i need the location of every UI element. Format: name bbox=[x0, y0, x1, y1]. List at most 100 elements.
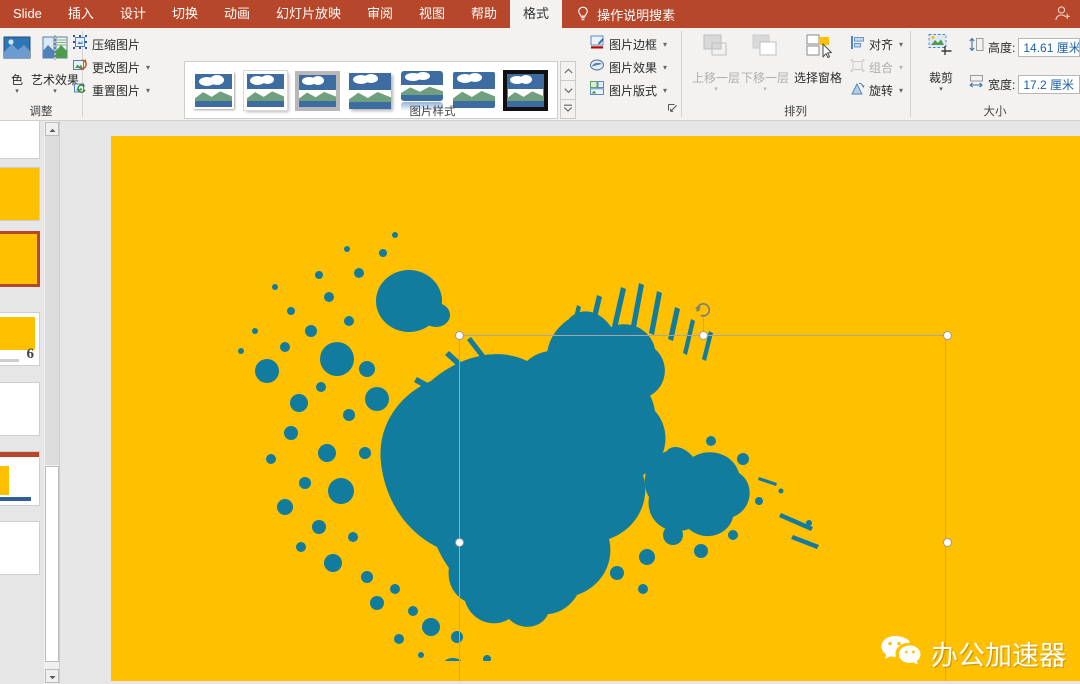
chevron-down-icon[interactable]: ▾ bbox=[763, 86, 767, 93]
tab-slideshow[interactable]: 幻灯片放映 bbox=[263, 0, 354, 28]
chevron-down-icon[interactable]: ▾ bbox=[663, 63, 667, 72]
width-input[interactable]: 17.2 厘米 bbox=[1018, 74, 1080, 94]
tab-review[interactable]: 审阅 bbox=[354, 0, 406, 28]
send-backward-icon bbox=[748, 32, 782, 67]
width-icon bbox=[968, 73, 985, 95]
slide-thumbnail-1[interactable] bbox=[0, 121, 40, 159]
crop-icon bbox=[924, 32, 958, 67]
chevron-down-icon[interactable]: ▾ bbox=[663, 86, 667, 95]
tell-me-label: 操作说明搜素 bbox=[597, 7, 676, 23]
thumbnail-scroll-down-button[interactable] bbox=[45, 669, 59, 683]
tab-slide[interactable]: Slide bbox=[0, 0, 55, 28]
crop-label: 裁剪 bbox=[928, 71, 953, 85]
chevron-down-icon[interactable]: ▾ bbox=[146, 86, 150, 95]
group-label-adjust: 调整 bbox=[29, 106, 53, 118]
slide-thumbnail-5[interactable] bbox=[0, 382, 40, 436]
powerpoint-window: Slide 插入 设计 切换 动画 幻灯片放映 审阅 视图 帮助 格式 操作说明… bbox=[0, 0, 1080, 684]
slide-thumbnail-6[interactable] bbox=[0, 451, 40, 506]
align-label: 对齐 bbox=[869, 38, 894, 52]
gallery-scroll-down-button[interactable] bbox=[560, 80, 576, 100]
send-backward-button[interactable]: 下移一层 ▾ bbox=[740, 32, 790, 93]
height-icon bbox=[968, 36, 985, 58]
picture-layout-icon bbox=[589, 80, 605, 101]
bring-forward-label: 上移一层 bbox=[691, 71, 740, 85]
thumbnail-scroll-thumb[interactable] bbox=[45, 466, 59, 662]
chevron-down-icon[interactable]: ▾ bbox=[939, 86, 943, 93]
change-picture-label: 更改图片 bbox=[92, 61, 141, 75]
slide-thumbnail-pane[interactable]: 6 bbox=[0, 121, 44, 684]
tab-design[interactable]: 设计 bbox=[107, 0, 159, 28]
tab-view[interactable]: 视图 bbox=[406, 0, 458, 28]
chevron-down-icon[interactable]: ▾ bbox=[146, 63, 150, 72]
align-button[interactable]: 对齐 ▾ bbox=[850, 34, 903, 55]
send-backward-label: 下移一层 bbox=[740, 71, 789, 85]
scroll-down-icon bbox=[563, 81, 573, 99]
picture-border-icon bbox=[589, 34, 605, 55]
rotate-icon bbox=[850, 81, 865, 101]
selection-pane-button[interactable]: 选择窗格 bbox=[790, 32, 846, 86]
ink-splatter-picture[interactable] bbox=[181, 191, 861, 661]
chevron-down-icon[interactable]: ▾ bbox=[899, 63, 903, 72]
thumbnail-scroll-track[interactable] bbox=[45, 136, 59, 465]
handle-top-right[interactable] bbox=[943, 331, 952, 340]
bring-forward-button[interactable]: 上移一层 ▾ bbox=[691, 32, 741, 93]
picture-layout-button[interactable]: 图片版式 ▾ bbox=[589, 80, 667, 101]
tab-help[interactable]: 帮助 bbox=[458, 0, 510, 28]
work-area: 6 办公加速器 bbox=[0, 121, 1080, 684]
group-label: 组合 bbox=[869, 61, 894, 75]
rotate-button[interactable]: 旋转 ▾ bbox=[850, 80, 903, 101]
share-person-icon[interactable] bbox=[1053, 4, 1073, 29]
chevron-down-icon[interactable]: ▾ bbox=[53, 88, 57, 95]
reset-picture-icon bbox=[72, 80, 88, 101]
crop-button[interactable]: 裁剪 ▾ bbox=[919, 32, 963, 93]
slide-canvas[interactable]: 办公加速器 bbox=[111, 136, 1080, 681]
tab-animations[interactable]: 动画 bbox=[211, 0, 263, 28]
group-label-picture-styles: 图片样式 bbox=[409, 106, 456, 118]
group-label-arrange: 排列 bbox=[784, 106, 807, 118]
picture-effects-icon bbox=[589, 57, 605, 78]
tell-me-search[interactable]: 操作说明搜素 bbox=[562, 0, 685, 28]
picture-border-button[interactable]: 图片边框 ▾ bbox=[589, 34, 667, 55]
thumbnail-scroll-up-button[interactable] bbox=[45, 122, 59, 136]
tab-format[interactable]: 格式 bbox=[510, 0, 563, 28]
handle-middle-right[interactable] bbox=[943, 538, 952, 547]
chevron-down-icon[interactable]: ▾ bbox=[663, 40, 667, 49]
selection-pane-icon bbox=[801, 32, 835, 67]
chevron-down-icon[interactable]: ▾ bbox=[714, 86, 718, 93]
thumbnail-pane-scrollbar[interactable] bbox=[44, 121, 60, 684]
gallery-scroll-up-button[interactable] bbox=[560, 61, 576, 81]
chevron-down-icon[interactable]: ▾ bbox=[899, 86, 903, 95]
height-input[interactable]: 14.61 厘米 bbox=[1018, 37, 1080, 57]
change-picture-button[interactable]: 更改图片 ▾ bbox=[72, 57, 150, 78]
picture-layout-label: 图片版式 bbox=[609, 84, 658, 98]
color-button-label: 色 bbox=[10, 73, 23, 87]
slide-thumbnail-3[interactable] bbox=[0, 231, 40, 287]
chevron-down-icon[interactable]: ▾ bbox=[899, 40, 903, 49]
chevron-down-icon[interactable]: ▾ bbox=[15, 88, 19, 95]
width-caption: 宽度: bbox=[988, 77, 1016, 92]
tab-transitions[interactable]: 切换 bbox=[159, 0, 211, 28]
tab-insert[interactable]: 插入 bbox=[55, 0, 107, 28]
watermark-text: 办公加速器 bbox=[931, 641, 1066, 672]
picture-effects-label: 图片效果 bbox=[609, 61, 658, 75]
scroll-down-icon bbox=[49, 667, 56, 684]
height-caption: 高度: bbox=[988, 40, 1016, 55]
ribbon: 色 ▾ 艺术效果 ▾ 压缩图片 更改图片 ▾ 重置图片 ▾ 调整 图片边框 ▾ … bbox=[0, 28, 1080, 121]
reset-picture-label: 重置图片 bbox=[92, 84, 141, 98]
group-icon bbox=[850, 58, 865, 78]
group-button[interactable]: 组合 ▾ bbox=[850, 57, 903, 78]
picture-border-label: 图片边框 bbox=[609, 38, 658, 52]
wechat-icon bbox=[880, 634, 922, 673]
slide-thumbnail-4[interactable]: 6 bbox=[0, 312, 40, 366]
width-field-row: 宽度: 17.2 厘米 bbox=[968, 73, 1080, 95]
bring-forward-icon bbox=[699, 32, 733, 67]
rotate-label: 旋转 bbox=[869, 84, 894, 98]
change-picture-icon bbox=[72, 57, 88, 78]
compress-pictures-button[interactable]: 压缩图片 bbox=[72, 34, 140, 55]
picture-effects-button[interactable]: 图片效果 ▾ bbox=[589, 57, 667, 78]
slide-thumbnail-7[interactable] bbox=[0, 521, 40, 575]
reset-picture-button[interactable]: 重置图片 ▾ bbox=[72, 80, 150, 101]
watermark: 办公加速器 bbox=[880, 634, 1066, 673]
slide-thumbnail-2[interactable] bbox=[0, 167, 40, 221]
artistic-effects-icon bbox=[39, 32, 71, 69]
